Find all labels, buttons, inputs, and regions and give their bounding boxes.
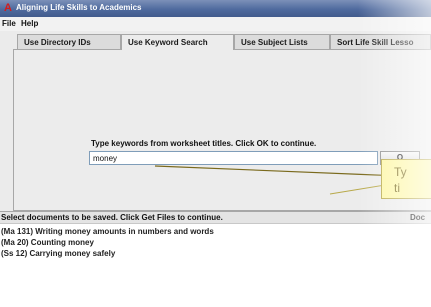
callout-line-1: Ty (394, 165, 407, 179)
list-item[interactable]: (Ma 20) Counting money (1, 238, 94, 247)
tab-keyword-search[interactable]: Use Keyword Search (121, 34, 234, 50)
tutorial-callout: Ty ti (381, 159, 431, 199)
selection-instructions: Select documents to be saved. Click Get … (1, 213, 223, 222)
callout-line-2: ti (394, 181, 400, 195)
document-list: (Ma 131) Writing money amounts in number… (0, 223, 431, 307)
app-window: A Aligning Life Skills to Academics File… (0, 0, 431, 307)
documents-column-label: Doc (410, 213, 426, 222)
list-item[interactable]: (Ss 12) Carrying money safely (1, 249, 115, 258)
list-item[interactable]: (Ma 131) Writing money amounts in number… (1, 227, 214, 236)
